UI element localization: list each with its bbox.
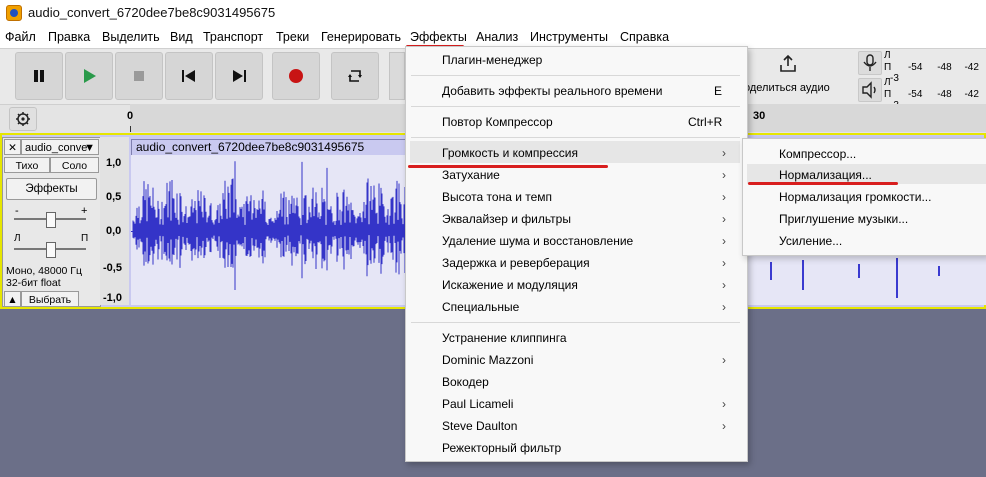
ruler-tick (130, 126, 131, 132)
pause-button[interactable] (15, 52, 63, 100)
menu-select[interactable]: Выделить (102, 30, 160, 44)
menu-item-volume-compression[interactable]: Громкость и компрессия (442, 146, 578, 160)
ruler-label-30: 30 (753, 110, 766, 122)
menu-item-vocoder[interactable]: Вокодер (442, 375, 489, 389)
record-button[interactable] (272, 52, 320, 100)
submenu-item-auto-duck[interactable]: Приглушение музыки... (779, 212, 908, 226)
playback-scale-48: -48 (937, 89, 952, 100)
playback-meter[interactable]: Л (884, 77, 891, 88)
meter-scale-3: -3 (890, 73, 899, 84)
audacity-app-icon (6, 5, 22, 21)
chevron-right-icon: › (722, 353, 726, 367)
tools-toolbar-edge[interactable] (389, 52, 405, 100)
menu-help[interactable]: Справка (620, 30, 669, 44)
volume-compression-underline (408, 165, 608, 168)
skip-to-start-button[interactable] (165, 52, 213, 100)
menu-item-paul-licameli[interactable]: Paul Licameli (442, 397, 513, 411)
menu-item-plugin-manager[interactable]: Плагин-менеджер (442, 53, 542, 67)
ruler-label-0: 0 (127, 110, 134, 122)
menu-item-noise-removal[interactable]: Удаление шума и восстановление (442, 234, 633, 248)
menu-file[interactable]: Файл (5, 30, 36, 44)
menu-separator (411, 75, 740, 76)
chevron-right-icon: › (722, 146, 726, 160)
stop-button[interactable] (115, 52, 163, 100)
shortcut-label: E (714, 84, 723, 98)
menu-item-repeat-compressor[interactable]: Повтор Компрессор (442, 115, 553, 129)
microphone-icon[interactable] (858, 51, 882, 75)
timeline-settings-button[interactable] (9, 107, 37, 131)
menu-item-fading[interactable]: Затухание (442, 168, 500, 182)
menu-item-clip-fix[interactable]: Устранение клиппинга (442, 331, 567, 345)
skip-to-end-button[interactable] (215, 52, 263, 100)
chevron-right-icon: › (722, 212, 726, 226)
play-button[interactable] (65, 52, 113, 100)
playback-meter-right-label: П (884, 89, 892, 100)
chevron-right-icon: › (722, 234, 726, 248)
menu-generate[interactable]: Генерировать (321, 30, 401, 44)
meter-right-label: П (884, 62, 892, 73)
chevron-right-icon: › (722, 300, 726, 314)
menu-effects[interactable]: Эффекты (410, 30, 467, 44)
record-meter-right[interactable]: П -54 -48 -42 -3 (884, 62, 986, 84)
menu-separator (411, 322, 740, 323)
share-audio-label[interactable]: оделиться аудио (744, 82, 830, 94)
menu-item-delay-reverb[interactable]: Задержка и реверберация (442, 256, 590, 270)
play-icon (84, 69, 96, 83)
skip-to-start-icon (182, 70, 195, 82)
loop-button[interactable] (331, 52, 379, 100)
menu-separator (411, 137, 740, 138)
menu-tracks[interactable]: Треки (276, 30, 309, 44)
menu-item-notch-filter[interactable]: Режекторный фильтр (442, 441, 561, 455)
menu-transport[interactable]: Транспорт (203, 30, 263, 44)
meter-scale-54: -54 (907, 62, 923, 73)
stop-icon (134, 71, 144, 81)
menu-bar: Файл Правка Выделить Вид Транспорт Треки… (0, 26, 986, 48)
record-meter[interactable]: Л (884, 50, 891, 61)
submenu-item-normalize[interactable]: Нормализация... (779, 168, 872, 182)
playback-scale-54: -54 (907, 89, 923, 100)
menu-analyze[interactable]: Анализ (476, 30, 518, 44)
gear-icon (16, 112, 30, 126)
waveform-spike (858, 264, 860, 278)
share-icon[interactable] (778, 54, 798, 74)
chevron-right-icon: › (722, 419, 726, 433)
waveform-spike (770, 262, 772, 280)
menu-view[interactable]: Вид (170, 30, 193, 44)
meter-scale-48: -48 (937, 62, 952, 73)
menu-edit[interactable]: Правка (48, 30, 90, 44)
meter-left-label: Л (884, 50, 891, 61)
window-title: audio_convert_6720dee7be8c9031495675 (28, 5, 276, 20)
waveform-spike (938, 266, 940, 276)
menu-item-add-realtime-effects[interactable]: Добавить эффекты реального времени (442, 84, 662, 98)
normalize-underline (748, 182, 898, 185)
menu-item-special[interactable]: Специальные (442, 300, 519, 314)
waveform-spike (802, 260, 804, 290)
chevron-right-icon: › (722, 190, 726, 204)
speaker-icon[interactable] (858, 78, 882, 102)
chevron-right-icon: › (722, 168, 726, 182)
record-icon (289, 69, 303, 83)
menu-item-pitch-tempo[interactable]: Высота тона и темп (442, 190, 552, 204)
playback-scale-42: -42 (964, 89, 979, 100)
menu-item-distortion-modulation[interactable]: Искажение и модуляция (442, 278, 578, 292)
playback-meter-left-label: Л (884, 77, 891, 88)
menu-item-eq-filters[interactable]: Эквалайзер и фильтры (442, 212, 571, 226)
chevron-right-icon: › (722, 397, 726, 411)
loop-icon (348, 70, 362, 82)
menu-separator (411, 106, 740, 107)
skip-to-end-icon (233, 70, 246, 82)
submenu-item-amplify[interactable]: Усиление... (779, 234, 842, 248)
meter-scale-42: -42 (964, 62, 979, 73)
shortcut-label: Ctrl+R (688, 115, 723, 129)
waveform-spike (896, 258, 898, 298)
menu-tools[interactable]: Инструменты (530, 30, 608, 44)
submenu-item-compressor[interactable]: Компрессор... (779, 147, 856, 161)
chevron-right-icon: › (722, 256, 726, 270)
chevron-right-icon: › (722, 278, 726, 292)
submenu-item-loudness-normalization[interactable]: Нормализация громкости... (779, 190, 931, 204)
menu-item-dominic-mazzoni[interactable]: Dominic Mazzoni (442, 353, 533, 367)
waveform-right-region[interactable] (746, 255, 986, 305)
pause-icon (34, 70, 44, 82)
menu-item-steve-daulton[interactable]: Steve Daulton (442, 419, 517, 433)
